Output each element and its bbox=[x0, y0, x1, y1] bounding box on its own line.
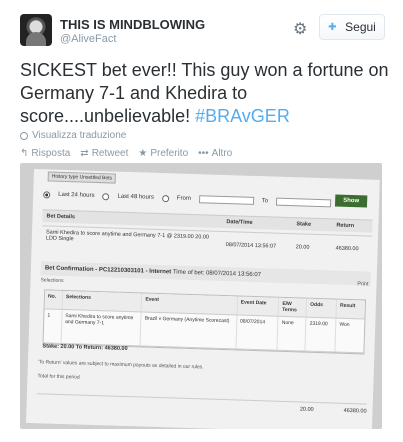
reply-label: Risposta bbox=[31, 148, 71, 159]
to-label: To bbox=[261, 198, 269, 205]
follow-button[interactable]: ✚ Segui bbox=[319, 14, 385, 40]
gear-icon[interactable]: ⚙ bbox=[293, 19, 307, 39]
retweet-label: Retweet bbox=[91, 148, 129, 159]
sel-head-cell: Event Date bbox=[237, 296, 280, 316]
sel-cell: Won bbox=[339, 321, 350, 328]
translate-label: Visualizza traduzione bbox=[32, 130, 127, 141]
add-user-icon: ✚ bbox=[328, 21, 337, 33]
datetime-head: Date/Time bbox=[226, 219, 253, 226]
bet-row-stake: 20.00 bbox=[295, 244, 310, 251]
radio-last24 bbox=[43, 190, 51, 199]
radio-last48 bbox=[102, 192, 110, 200]
star-icon: ★ bbox=[138, 148, 148, 159]
account-handle[interactable]: @AliveFact bbox=[60, 33, 116, 45]
last24-label: Last 24 hours bbox=[58, 191, 95, 199]
sel-head-cell: Selections bbox=[62, 290, 143, 312]
to-field bbox=[276, 197, 332, 208]
from-field bbox=[198, 195, 254, 205]
tweet-actions: ↰ Risposta ⇄ Retweet ★ Preferito ••• Altro bbox=[20, 148, 232, 159]
radio-from bbox=[161, 194, 169, 202]
account-name[interactable]: THIS IS MINDBLOWING bbox=[60, 17, 205, 32]
reply-icon: ↰ bbox=[20, 148, 29, 159]
sel-cell: None bbox=[277, 316, 307, 351]
sel-head-cell: Result bbox=[339, 302, 356, 310]
sel-cell: 1 bbox=[43, 309, 63, 343]
avatar[interactable] bbox=[20, 14, 52, 46]
stake-head: Stake bbox=[296, 221, 312, 228]
sel-cell: Sami Khedira to score anytime and German… bbox=[61, 309, 142, 346]
sel-head-cell: Odds bbox=[306, 298, 338, 318]
sel-head-cell: Event bbox=[141, 293, 238, 315]
tweet-text: SICKEST bet ever!! This guy won a fortun… bbox=[20, 59, 390, 128]
favorite-label: Preferito bbox=[150, 148, 189, 159]
total-return: 46380.00 bbox=[343, 407, 367, 415]
sel-head-cell: No. bbox=[44, 290, 64, 309]
sel-cell: 2319.00 bbox=[305, 317, 337, 352]
last48-label: Last 48 hours bbox=[117, 193, 154, 201]
show-button: Show bbox=[334, 194, 368, 208]
time-of-bet: Time of bet: 08/07/2014 13:56:07 bbox=[172, 269, 262, 279]
retweet-icon: ⇄ bbox=[80, 148, 89, 159]
bet-confirmation: Bet Confirmation - PC12210303101 - Inter… bbox=[40, 261, 371, 286]
globe-icon bbox=[20, 131, 28, 140]
period-total-label: Total for this period bbox=[37, 373, 80, 381]
date-filter-row: Last 24 hours Last 48 hours From To Show bbox=[43, 185, 373, 213]
sel-head-cell: E/W Terms bbox=[278, 297, 308, 317]
tweet-header: THIS IS MINDBLOWING @AliveFact ⚙ ✚ Segui bbox=[20, 14, 390, 50]
confirmation-label: Bet Confirmation - PC12210303101 - Inter… bbox=[44, 265, 172, 276]
sel-cell: Brazil v Germany (Anytime Scorecast) bbox=[140, 312, 238, 349]
more-label: Altro bbox=[211, 148, 233, 159]
selections-label: Selections bbox=[40, 277, 64, 284]
bet-row-details: Sami Khedira to score anytime and German… bbox=[45, 229, 210, 243]
print-link: Print bbox=[357, 281, 369, 288]
translate-link[interactable]: Visualizza traduzione bbox=[20, 130, 126, 141]
reply-button[interactable]: ↰ Risposta bbox=[20, 148, 70, 159]
bet-row-return: 46380.00 bbox=[335, 245, 359, 253]
totals-row: 20.00 46380.00 bbox=[36, 393, 367, 415]
favorite-button[interactable]: ★ Preferito bbox=[138, 148, 188, 159]
stake-return-line: Stake: 20.00 To Return: 46380.00 bbox=[42, 343, 128, 353]
sel-cell: 08/07/2014 bbox=[236, 315, 279, 350]
photo-screen: History type Unsettled Bets Last 24 hour… bbox=[26, 169, 380, 429]
return-head: Return bbox=[336, 222, 355, 230]
follow-label: Segui bbox=[345, 20, 376, 34]
hashtag-link[interactable]: #BRAvGER bbox=[195, 106, 290, 126]
history-tab: History type Unsettled Bets bbox=[47, 171, 117, 184]
payout-note: 'To Return' values are subject to maximu… bbox=[37, 359, 204, 371]
more-button[interactable]: ••• Altro bbox=[198, 148, 232, 159]
tweet-photo[interactable]: History type Unsettled Bets Last 24 hour… bbox=[20, 163, 382, 429]
bet-row: Sami Khedira to score anytime and German… bbox=[41, 225, 373, 266]
total-stake: 20.00 bbox=[299, 406, 314, 413]
bet-row-datetime: 08/07/2014 13:56:07 bbox=[225, 242, 277, 250]
retweet-button[interactable]: ⇄ Retweet bbox=[80, 148, 128, 159]
more-icon: ••• bbox=[198, 148, 209, 159]
from-label: From bbox=[176, 195, 191, 202]
